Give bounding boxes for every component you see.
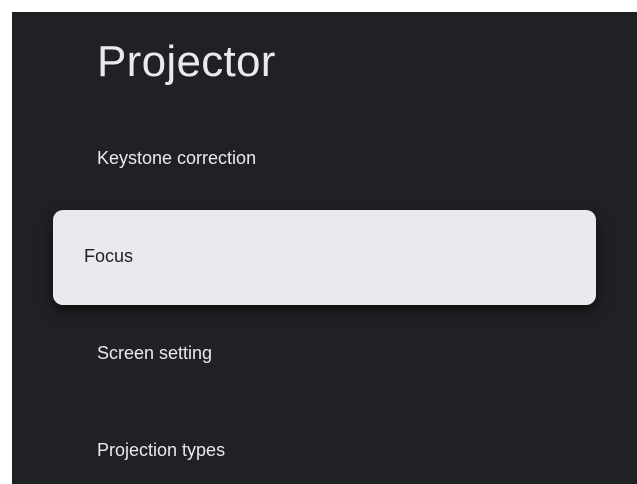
menu-item-focus[interactable]: Focus xyxy=(53,210,596,305)
menu-item-keystone-correction[interactable]: Keystone correction xyxy=(97,146,256,170)
page-title: Projector xyxy=(97,37,276,86)
menu-item-screen-setting[interactable]: Screen setting xyxy=(97,341,212,365)
menu-item-focus-label: Focus xyxy=(84,246,134,266)
menu-item-projection-types[interactable]: Projection types xyxy=(97,438,225,462)
settings-screen: Projector Keystone correction Focus Scre… xyxy=(12,12,637,484)
